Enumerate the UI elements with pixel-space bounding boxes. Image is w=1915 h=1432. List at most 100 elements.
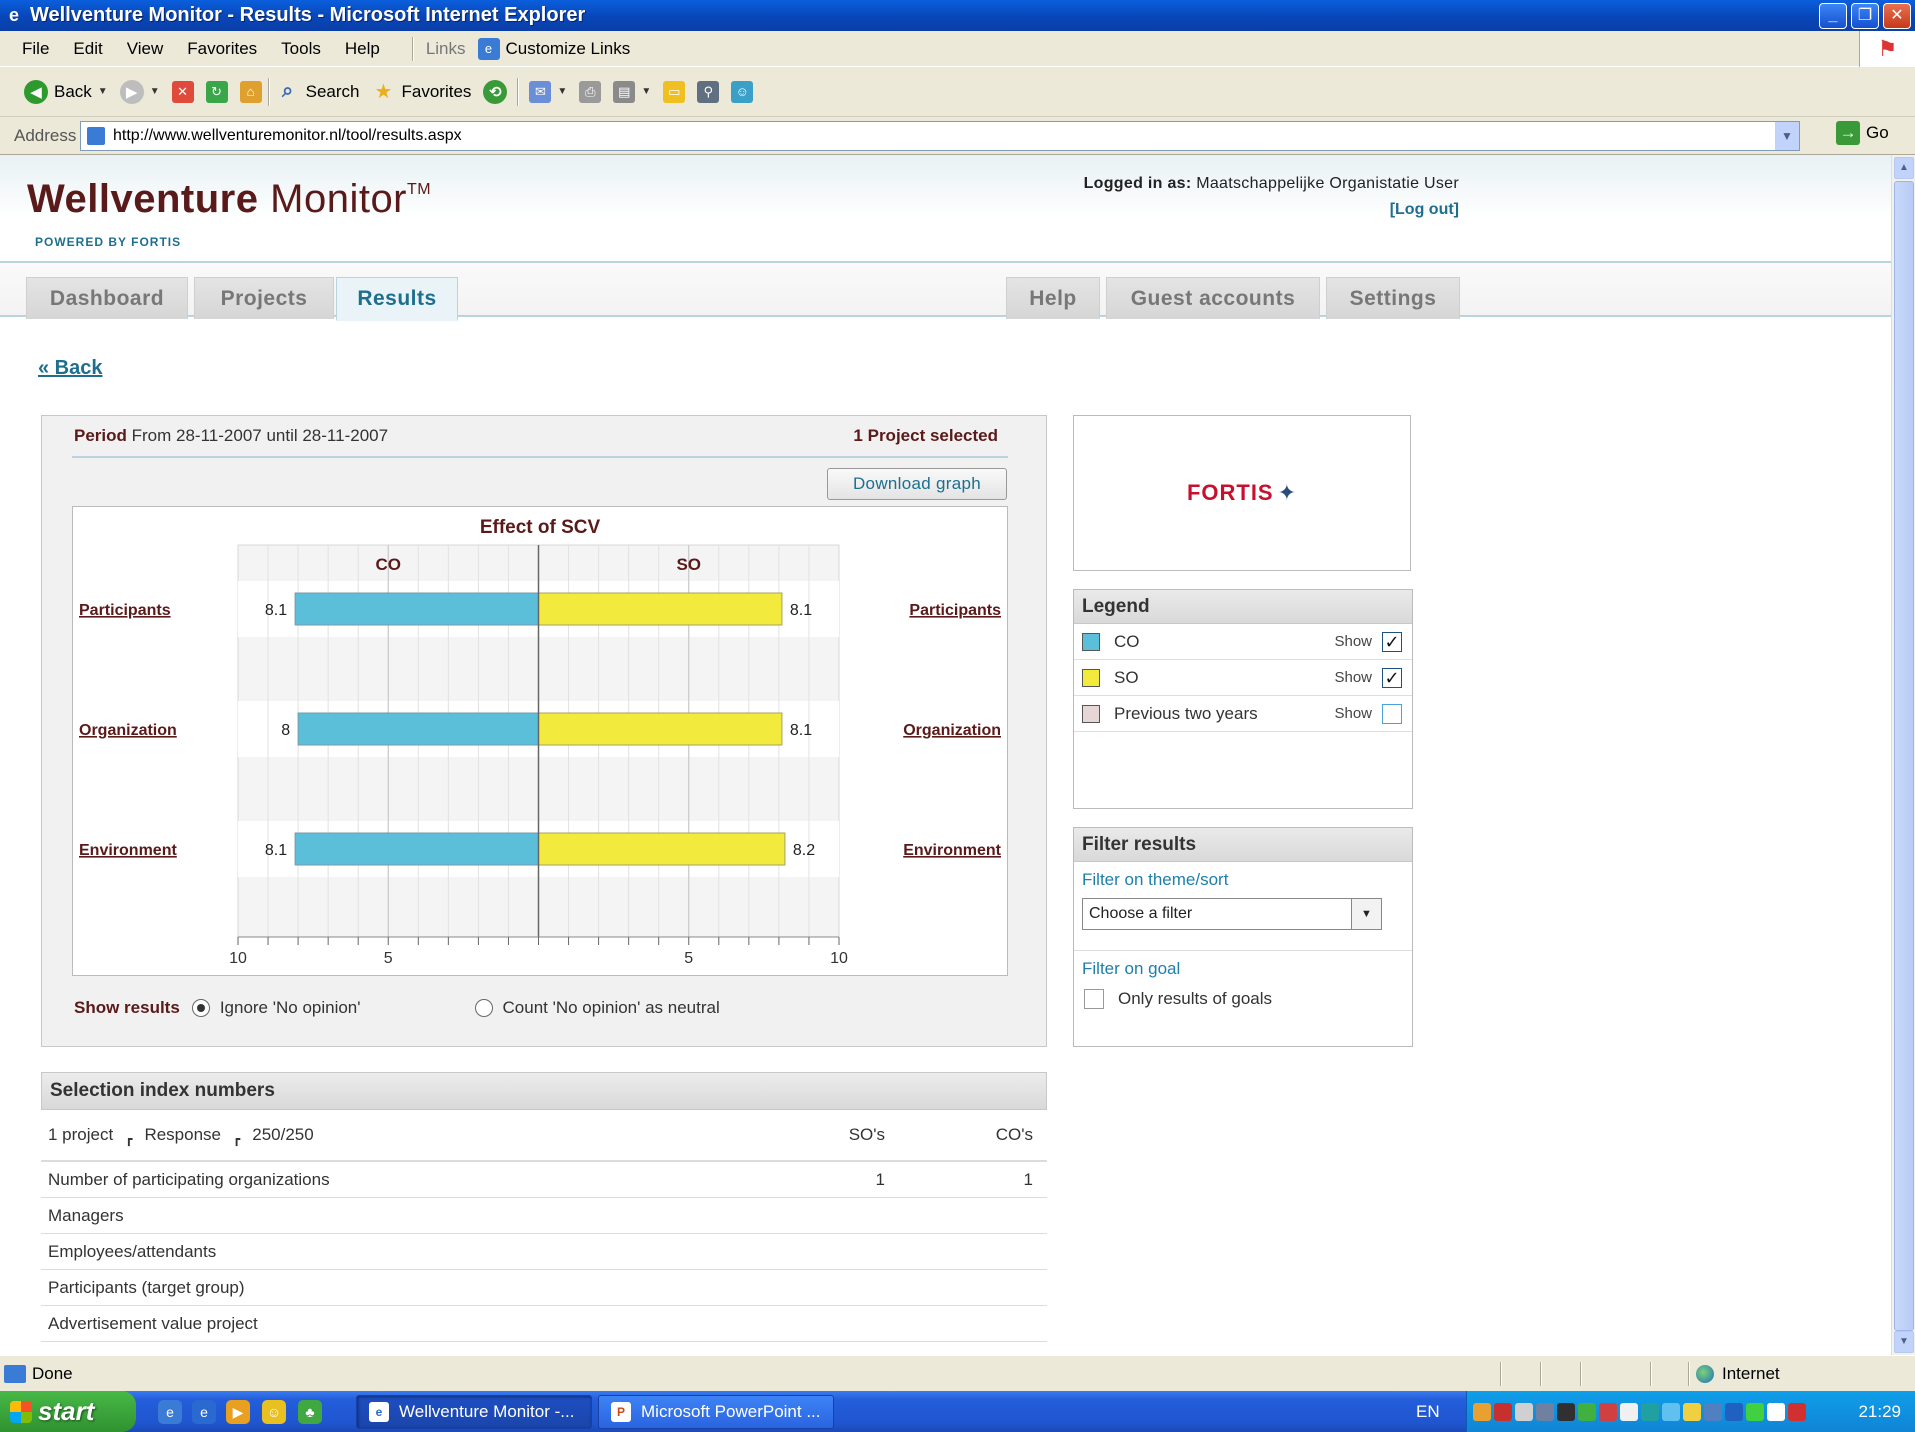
tray-icon[interactable] (1641, 1402, 1659, 1421)
category-label-right[interactable]: Participants (909, 602, 1001, 619)
tray-icon[interactable] (1767, 1402, 1785, 1421)
system-tray: 21:29 (1466, 1391, 1915, 1432)
security-zone: Internet (1696, 1364, 1780, 1384)
chevron-down-icon[interactable]: ▼ (1351, 899, 1381, 929)
tray-icon[interactable] (1557, 1402, 1575, 1421)
chevron-down-icon[interactable]: ▼ (641, 86, 651, 97)
only-goals-checkbox[interactable] (1084, 989, 1104, 1009)
scrollbar-thumb[interactable] (1894, 181, 1914, 1331)
graph-panel: Period From 28-11-2007 until 28-11-2007 … (41, 415, 1047, 1047)
menu-edit[interactable]: Edit (61, 39, 114, 59)
search-button[interactable]: ⌕ Search (270, 80, 366, 104)
sort-icon[interactable]: ┏ (125, 1132, 132, 1146)
legend-show-checkbox-previous-years[interactable] (1382, 703, 1402, 724)
summary-response-value: 250/250 (252, 1125, 314, 1144)
maximize-button[interactable]: ❐ (1851, 3, 1879, 29)
menu-favorites[interactable]: Favorites (175, 39, 269, 59)
scroll-down-button[interactable]: ▼ (1894, 1331, 1914, 1353)
task-powerpoint[interactable]: P Microsoft PowerPoint ... (598, 1395, 834, 1429)
mail-button[interactable]: ✉ ▼ (523, 80, 573, 103)
favorites-button[interactable]: ★ Favorites (365, 80, 477, 104)
tray-icon[interactable] (1620, 1402, 1638, 1421)
menu-view[interactable]: View (115, 39, 176, 59)
tab-results[interactable]: Results (336, 277, 458, 321)
quicklaunch-browser-icon[interactable]: e (192, 1400, 216, 1424)
tab-settings[interactable]: Settings (1326, 277, 1460, 319)
task-wellventure[interactable]: e Wellventure Monitor -... (356, 1395, 592, 1429)
tab-projects[interactable]: Projects (194, 277, 334, 319)
period: Period From 28-11-2007 until 28-11-2007 (74, 426, 388, 446)
filter-theme-select[interactable]: Choose a filter ▼ (1082, 898, 1382, 930)
tab-help[interactable]: Help (1006, 277, 1100, 319)
tray-icon[interactable] (1536, 1402, 1554, 1421)
history-button[interactable]: ⟲ (477, 79, 513, 104)
start-button[interactable]: start (0, 1391, 136, 1432)
tray-icon[interactable] (1494, 1402, 1512, 1421)
discuss-button[interactable]: ▭ (657, 80, 691, 103)
legend-item-so: SO Show ✓ (1074, 660, 1412, 696)
tray-icon[interactable] (1788, 1402, 1806, 1421)
print-button[interactable]: ⎙ (573, 80, 607, 103)
quicklaunch-media-icon[interactable]: ▶ (226, 1400, 250, 1424)
legend-show-checkbox-so[interactable]: ✓ (1382, 667, 1402, 688)
filter-theme-value: Choose a filter (1089, 905, 1193, 922)
back-link[interactable]: « Back (38, 357, 103, 380)
logout-link[interactable]: [Log out] (1390, 201, 1459, 219)
powerpoint-icon: P (611, 1402, 631, 1422)
research-button[interactable]: ⚲ (691, 80, 725, 103)
category-label-right[interactable]: Organization (903, 722, 1001, 739)
tab-dashboard[interactable]: Dashboard (26, 277, 188, 319)
data-label-so: 8.1 (790, 722, 812, 739)
chevron-down-icon[interactable]: ▼ (98, 86, 108, 97)
site-logo[interactable]: Wellventure MonitorTM (27, 177, 431, 222)
chevron-down-icon[interactable]: ▼ (150, 86, 160, 97)
quicklaunch-messenger-icon[interactable]: ☺ (262, 1400, 286, 1424)
vertical-scrollbar[interactable]: ▲ ▼ (1891, 155, 1915, 1355)
quicklaunch-people-icon[interactable]: ♣ (298, 1400, 322, 1424)
tray-icon[interactable] (1599, 1402, 1617, 1421)
messenger-button[interactable]: ☺ (725, 80, 759, 103)
minimize-button[interactable]: _ (1819, 3, 1847, 29)
menu-help[interactable]: Help (333, 39, 392, 59)
stop-button[interactable]: ✕ (166, 80, 200, 103)
category-label-left[interactable]: Participants (79, 602, 171, 619)
row-label: Number of participating organizations (48, 1169, 330, 1189)
edit-button[interactable]: ▤ ▼ (607, 80, 657, 103)
download-graph-button[interactable]: Download graph (827, 468, 1007, 500)
tray-icon[interactable] (1725, 1402, 1743, 1421)
address-input[interactable]: http://www.wellventuremonitor.nl/tool/re… (80, 121, 1800, 151)
tray-icon[interactable] (1662, 1402, 1680, 1421)
legend-show-checkbox-co[interactable]: ✓ (1382, 631, 1402, 652)
category-label-right[interactable]: Environment (903, 842, 1001, 859)
tray-icon[interactable] (1473, 1402, 1491, 1421)
close-button[interactable]: ✕ (1883, 3, 1911, 29)
quicklaunch-ie-icon[interactable]: e (158, 1400, 182, 1424)
fortis-logo: FORTIS ✦ (1073, 415, 1411, 571)
tab-guest-accounts[interactable]: Guest accounts (1106, 277, 1320, 319)
bar-co (294, 832, 539, 866)
tray-icon[interactable] (1515, 1402, 1533, 1421)
customize-links[interactable]: e Customize Links (472, 37, 637, 60)
language-indicator[interactable]: EN (1416, 1402, 1440, 1422)
radio-ignore-no-opinion[interactable] (191, 999, 210, 1017)
forward-button[interactable]: ▶ ▼ (114, 79, 166, 104)
menu-file[interactable]: File (10, 39, 61, 59)
tray-icon[interactable] (1746, 1402, 1764, 1421)
ie-icon: e (8, 5, 19, 25)
chevron-down-icon[interactable]: ▼ (1775, 122, 1799, 150)
tray-icon[interactable] (1578, 1402, 1596, 1421)
menu-tools[interactable]: Tools (269, 39, 333, 59)
sort-icon[interactable]: ┏ (233, 1132, 240, 1146)
category-label-left[interactable]: Environment (79, 842, 177, 859)
refresh-button[interactable]: ↻ (200, 80, 234, 103)
tray-icon[interactable] (1683, 1402, 1701, 1421)
go-button[interactable]: → Go (1836, 121, 1889, 145)
back-button[interactable]: ◀ Back ▼ (18, 79, 114, 104)
tray-icon[interactable] (1704, 1402, 1722, 1421)
home-button[interactable]: ⌂ (234, 80, 268, 103)
summary-projects: 1 project (48, 1125, 114, 1144)
radio-count-neutral[interactable] (474, 999, 493, 1017)
chevron-down-icon[interactable]: ▼ (557, 86, 567, 97)
scroll-up-button[interactable]: ▲ (1894, 157, 1914, 179)
category-label-left[interactable]: Organization (79, 722, 177, 739)
